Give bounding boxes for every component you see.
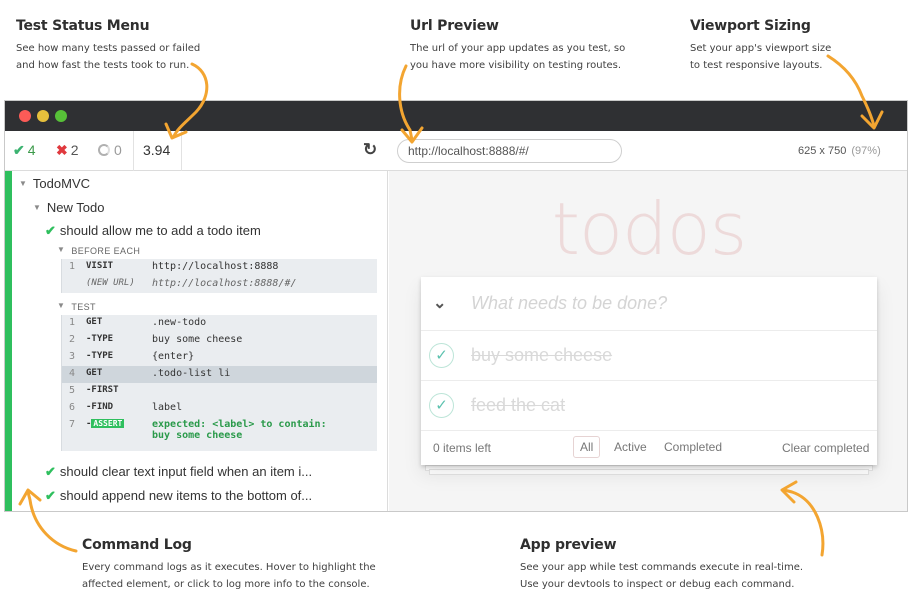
new-todo-input[interactable]: What needs to be done?	[471, 293, 667, 314]
annotation-title: Url Preview	[410, 18, 499, 34]
suite-new-todo[interactable]: ▼ New Todo	[33, 200, 105, 215]
before-each-commands: 1 VISIT http://localhost:8888 (NEW URL) htt…	[61, 259, 377, 293]
command-row-assert[interactable]: 7 - ASSERT expected: <label> to contain: b…	[62, 417, 377, 451]
new-todo-row: ⌄ What needs to be done?	[421, 277, 877, 331]
viewport-size[interactable]: 625 x 750 (97%)	[798, 145, 881, 157]
failed-count[interactable]: ✖ 2	[56, 142, 79, 159]
annotation-url-preview: Url Preview The url of your app updates …	[410, 18, 660, 74]
stack-shadow	[429, 469, 869, 475]
duration: 3.94	[143, 142, 171, 158]
check-icon: ✔	[45, 464, 56, 479]
annotation-title: Command Log	[82, 537, 192, 553]
command-row[interactable]: 1 VISIT http://localhost:8888	[62, 259, 377, 276]
annotation-app-preview: App preview See your app while test comm…	[520, 537, 850, 593]
annotation-viewport-sizing: Viewport Sizing Set your app's viewport …	[690, 18, 890, 74]
x-icon: ✖	[56, 142, 68, 158]
reload-icon[interactable]: ↻	[363, 140, 377, 160]
todo-check-icon[interactable]: ✓	[429, 343, 454, 368]
chevron-down-icon[interactable]: ⌄	[433, 293, 446, 313]
maximize-window-button[interactable]	[55, 110, 67, 122]
todo-label: feed the cat	[471, 395, 566, 415]
items-left-count: 0 items left	[433, 441, 492, 455]
test-item[interactable]: ✔ should append new items to the bottom o…	[45, 488, 312, 504]
viewport-scale: (97%)	[851, 145, 881, 157]
test-commands: 1 GET .new-todo 2 -TYPE buy some cheese 3 -TY…	[61, 315, 377, 451]
annotation-title: Test Status Menu	[16, 18, 150, 34]
filter-active[interactable]: Active	[607, 436, 654, 458]
suite-status-bar	[5, 171, 12, 511]
divider	[133, 131, 134, 171]
todo-item[interactable]: ✓ feed the cat	[421, 381, 877, 431]
pending-circle-icon	[98, 144, 110, 156]
clear-completed-button[interactable]: Clear completed	[782, 441, 869, 455]
test-item[interactable]: ✔ should clear text input field when an i…	[45, 464, 312, 480]
app-title: todos	[551, 187, 748, 271]
app-preview: todos ⌄ What needs to be done? ✓ buy som…	[389, 171, 907, 511]
annotation-command-log: Command Log Every command logs as it exe…	[82, 537, 412, 593]
command-row[interactable]: (NEW URL) http://localhost:8888/#/	[62, 276, 377, 293]
caret-down-icon: ▼	[57, 301, 66, 310]
todo-app: ⌄ What needs to be done? ✓ buy some chee…	[421, 277, 877, 465]
annotation-text: See how many tests passed or failed and h…	[16, 43, 201, 71]
command-row[interactable]: 1 GET .new-todo	[62, 315, 377, 332]
annotation-text: Set your app's viewport size to test resp…	[690, 43, 832, 71]
minimize-window-button[interactable]	[37, 110, 49, 122]
annotation-test-status-menu: Test Status Menu See how many tests pass…	[16, 18, 256, 74]
divider	[181, 131, 182, 171]
filter-completed[interactable]: Completed	[657, 436, 729, 458]
caret-down-icon: ▼	[33, 203, 41, 212]
hook-label-before-each: ▼ BEFORE EACH	[57, 245, 141, 256]
url-bar[interactable]: http://localhost:8888/#/	[397, 139, 622, 163]
command-log: ▼ TodoMVC ▼ New Todo ✔ should allow me to a…	[5, 171, 388, 511]
passed-count[interactable]: ✔ 4	[13, 142, 36, 159]
annotation-text: See your app while test commands execute…	[520, 562, 804, 590]
annotation-title: Viewport Sizing	[690, 18, 811, 34]
todo-check-icon[interactable]: ✓	[429, 393, 454, 418]
filter-all[interactable]: All	[573, 436, 601, 458]
suite-todomvc[interactable]: ▼ TodoMVC	[19, 176, 90, 191]
assert-message: expected: <label> to contain: buy some ch…	[152, 419, 327, 441]
todo-label: buy some cheese	[471, 345, 613, 365]
check-icon: ✔	[45, 223, 56, 238]
annotation-text: Every command logs as it executes. Hover…	[82, 562, 376, 590]
assert-badge: ASSERT	[91, 419, 125, 428]
todo-item[interactable]: ✓ buy some cheese	[421, 331, 877, 381]
command-row[interactable]: 6 -FIND label	[62, 400, 377, 417]
title-bar	[5, 101, 907, 131]
annotation-text: The url of your app updates as you test,…	[410, 43, 626, 71]
todo-footer: 0 items left All Active Completed Clear …	[421, 431, 877, 465]
runner-window: ✔ 4 ✖ 2 0 3.94 ↻ http://localhost:8888/#/ …	[4, 100, 908, 512]
command-row[interactable]: 3 -TYPE {enter}	[62, 349, 377, 366]
annotation-title: App preview	[520, 537, 617, 553]
command-row[interactable]: 2 -TYPE buy some cheese	[62, 332, 377, 349]
runner-toolbar: ✔ 4 ✖ 2 0 3.94 ↻ http://localhost:8888/#/ …	[5, 131, 907, 171]
test-item[interactable]: ✔ should allow me to add a todo item	[45, 223, 261, 239]
close-window-button[interactable]	[19, 110, 31, 122]
command-row[interactable]: 5 -FIRST	[62, 383, 377, 400]
pending-count[interactable]: 0	[98, 142, 122, 158]
check-icon: ✔	[45, 488, 56, 503]
caret-down-icon: ▼	[19, 179, 27, 188]
hook-label-test: ▼ TEST	[57, 301, 96, 312]
command-row[interactable]: 4 GET .todo-list li	[62, 366, 377, 383]
check-icon: ✔	[13, 142, 25, 158]
caret-down-icon: ▼	[57, 245, 66, 254]
